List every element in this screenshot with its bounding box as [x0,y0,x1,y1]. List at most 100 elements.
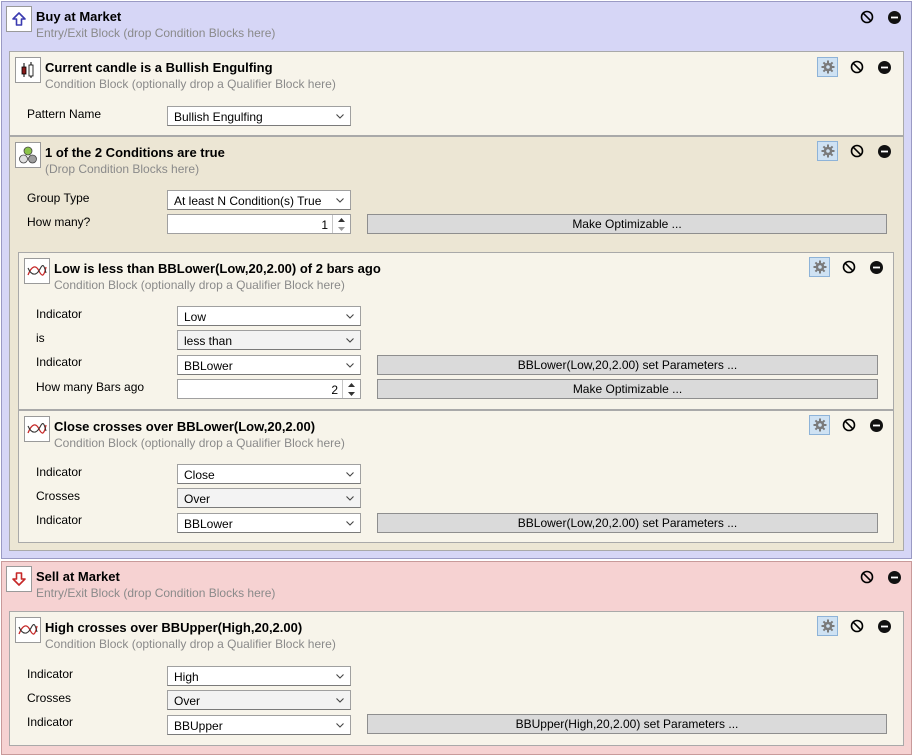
indicator2-value: BBUpper [174,719,223,733]
low-less-than-condition-block[interactable]: Low is less than BBLower(Low,20,2.00) of… [18,252,894,410]
high-crosses-condition-block[interactable]: High crosses over BBUpper(High,20,2.00) … [9,611,904,746]
set-parameters-button[interactable]: BBLower(Low,20,2.00) set Parameters ... [377,513,878,533]
crosses-label: Crosses [27,691,72,705]
chevron-down-icon [335,109,345,123]
chevron-down-icon [345,333,355,347]
indicator-dropdown[interactable]: High [167,666,351,686]
chevron-down-icon [345,358,355,372]
group-block-subtitle: (Drop Condition Blocks here) [45,162,200,176]
settings-button[interactable] [817,616,838,636]
how-many-spinner[interactable]: 1 [167,214,351,234]
remove-button[interactable] [874,616,895,636]
disable-icon [842,260,855,274]
close-block-title: Close crosses over BBLower(Low,20,2.00) [54,419,316,434]
make-optimizable-button[interactable]: Make Optimizable ... [367,214,887,234]
disable-button[interactable] [838,415,859,435]
chevron-down-icon [335,193,345,207]
disable-button[interactable] [856,7,877,27]
settings-button[interactable] [817,57,838,77]
remove-button[interactable] [874,57,895,77]
indicator-value: High [174,670,199,684]
indicator-label: Indicator [27,667,74,681]
chevron-down-icon [335,693,345,707]
high-block-subtitle: Condition Block (optionally drop a Quali… [45,637,336,651]
disable-button[interactable] [838,257,859,277]
how-many-value: 1 [321,218,328,232]
condition-group-icon [15,142,41,168]
candle-block-subtitle: Condition Block (optionally drop a Quali… [45,77,336,91]
indicator2-dropdown[interactable]: BBLower [177,355,361,375]
chevron-down-icon [345,491,355,505]
indicator2-label: Indicator [36,355,83,369]
indicator-cross-icon [24,416,50,442]
chevron-down-icon [335,669,345,683]
comparison-dropdown[interactable]: less than [177,330,361,350]
sell-block-title: Sell at Market [36,569,120,584]
indicator-dropdown[interactable]: Low [177,306,361,326]
chevron-down-icon [345,516,355,530]
indicator2-dropdown[interactable]: BBLower [177,513,361,533]
indicator-value: Low [184,310,207,324]
high-block-title: High crosses over BBUpper(High,20,2.00) [45,620,303,635]
crosses-dropdown[interactable]: Over [167,690,351,710]
indicator2-value: BBLower [184,517,233,531]
indicator-dropdown[interactable]: Close [177,464,361,484]
spin-up-icon[interactable] [333,215,350,224]
disable-button[interactable] [846,616,867,636]
spin-down-icon[interactable] [343,389,360,398]
buy-block-subtitle: Entry/Exit Block (drop Condition Blocks … [36,26,276,40]
indicator2-dropdown[interactable]: BBUpper [167,715,351,735]
disable-button[interactable] [846,57,867,77]
pattern-name-label: Pattern Name [27,107,102,121]
chevron-down-icon [345,309,355,323]
crosses-value: Over [184,492,211,506]
disable-icon [850,60,863,74]
remove-icon [878,144,891,158]
settings-button[interactable] [809,415,830,435]
pattern-name-value: Bullish Engulfing [174,110,263,124]
low-block-title: Low is less than BBLower(Low,20,2.00) of… [54,261,381,276]
gear-icon [821,60,834,74]
bars-ago-label: How many Bars ago [36,380,145,394]
down-arrow-icon [6,566,32,592]
indicator-cross-icon [15,617,41,643]
set-parameters-button[interactable]: BBUpper(High,20,2.00) set Parameters ... [367,714,887,734]
remove-icon [878,60,891,74]
disable-button[interactable] [856,567,877,587]
remove-button[interactable] [866,257,887,277]
bullish-engulfing-condition-block[interactable]: Current candle is a Bullish Engulfing Co… [9,51,904,136]
bars-ago-spinner[interactable]: 2 [177,379,361,399]
settings-button[interactable] [809,257,830,277]
disable-icon [860,10,873,24]
crosses-value: Over [174,694,201,708]
remove-button[interactable] [866,415,887,435]
gear-icon [813,260,826,274]
bars-ago-value: 2 [331,383,338,397]
gear-icon [821,619,834,633]
set-parameters-button[interactable]: BBLower(Low,20,2.00) set Parameters ... [377,355,878,375]
settings-button[interactable] [817,141,838,161]
group-type-dropdown[interactable]: At least N Condition(s) True [167,190,351,210]
remove-button[interactable] [874,141,895,161]
remove-button[interactable] [884,7,905,27]
indicator-label: Indicator [36,307,83,321]
indicator-value: Close [184,468,215,482]
spin-down-icon[interactable] [333,224,350,233]
group-block-title: 1 of the 2 Conditions are true [45,145,225,160]
close-crosses-condition-block[interactable]: Close crosses over BBLower(Low,20,2.00) … [18,410,894,543]
indicator2-value: BBLower [184,359,233,373]
remove-icon [888,570,901,584]
make-optimizable-button[interactable]: Make Optimizable ... [377,379,878,399]
spin-up-icon[interactable] [343,380,360,389]
group-type-label: Group Type [27,191,90,205]
indicator-label: Indicator [36,465,83,479]
up-arrow-icon [6,6,32,32]
remove-button[interactable] [884,567,905,587]
disable-button[interactable] [846,141,867,161]
pattern-name-dropdown[interactable]: Bullish Engulfing [167,106,351,126]
low-block-subtitle: Condition Block (optionally drop a Quali… [54,278,345,292]
remove-icon [870,418,883,432]
disable-icon [850,144,863,158]
crosses-dropdown[interactable]: Over [177,488,361,508]
remove-icon [870,260,883,274]
